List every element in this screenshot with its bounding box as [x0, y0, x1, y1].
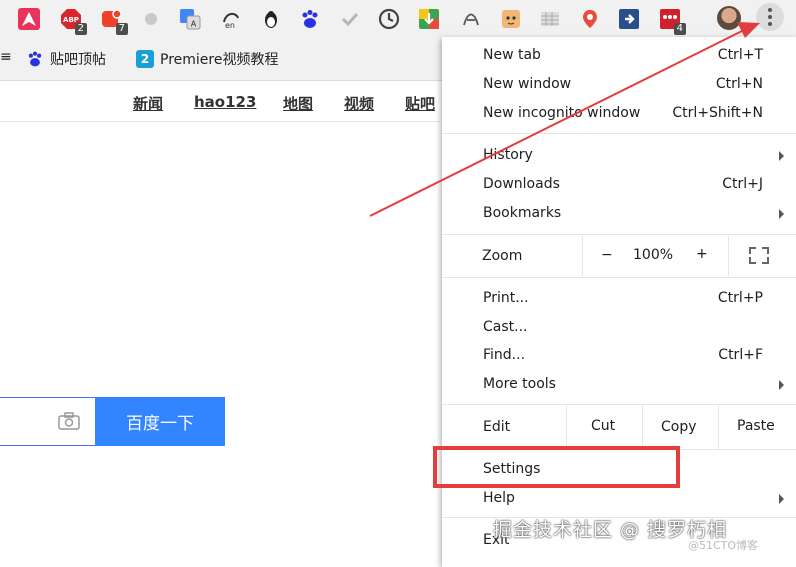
extension-toolbar: ABP 2 7 A en 4 [0, 0, 796, 37]
svg-text:en: en [225, 21, 235, 30]
submenu-arrow-icon [779, 209, 784, 219]
bookmark-label: 贴吧顶帖 [50, 52, 106, 68]
search-input[interactable] [0, 397, 95, 446]
menu-item-label: New window [483, 76, 572, 92]
clock-extension-icon[interactable] [377, 7, 401, 31]
bookmark-premiere[interactable]: 2 Premiere视频教程 [136, 49, 278, 69]
zoom-out-button[interactable]: − [601, 247, 613, 263]
sketch-extension-icon[interactable] [459, 7, 483, 31]
menu-item-label: New incognito window [483, 105, 641, 121]
adblock-extension-icon[interactable]: ABP 2 [59, 7, 87, 35]
svg-text:A: A [191, 20, 197, 29]
face-extension-icon[interactable] [499, 7, 523, 31]
nav-link-hao123[interactable]: hao123 [194, 93, 256, 111]
extension-badge: 7 [115, 23, 128, 35]
menu-item-downloads[interactable]: Downloads Ctrl+J [442, 171, 796, 199]
extension-badge: 2 [74, 23, 87, 35]
zoom-level: 100% [633, 247, 674, 263]
menu-item-shortcut: Ctrl+P [717, 290, 763, 306]
dictionary-extension-icon[interactable]: en [219, 7, 243, 31]
edit-divider [642, 405, 643, 449]
submenu-arrow-icon [779, 380, 784, 390]
menu-separator [442, 234, 796, 235]
copy-button[interactable]: Copy [661, 419, 697, 435]
menu-item-history[interactable]: History [442, 142, 796, 170]
menu-item-label: More tools [483, 376, 556, 392]
nav-link-map[interactable]: 地图 [283, 93, 313, 114]
menu-item-new-window[interactable]: New window Ctrl+N [442, 71, 796, 99]
menu-item-print[interactable]: Print... Ctrl+P [442, 285, 796, 313]
red-extension-icon[interactable]: 7 [100, 7, 128, 35]
menu-item-label: Help [483, 490, 515, 506]
premiere-logo-icon: 2 [136, 50, 154, 68]
menu-item-shortcut: Ctrl+Shift+N [672, 105, 763, 121]
download-extension-icon[interactable] [417, 7, 441, 31]
menu-separator [442, 133, 796, 134]
menu-item-label: New tab [483, 47, 541, 63]
menu-separator [442, 277, 796, 278]
nav-link-video[interactable]: 视频 [344, 93, 374, 114]
zoom-label: Zoom [482, 248, 523, 264]
bookmark-partial[interactable]: ≡ [0, 49, 12, 65]
zoom-divider [582, 236, 583, 276]
bookmark-tieba[interactable]: 贴吧顶帖 [26, 49, 106, 69]
zoom-in-button[interactable]: + [696, 246, 708, 262]
menu-item-label: Find... [483, 347, 526, 363]
menu-item-shortcut: Ctrl+J [722, 176, 763, 192]
menu-item-shortcut: Ctrl+F [718, 347, 763, 363]
camera-icon[interactable] [58, 412, 80, 434]
translate-extension-icon[interactable]: A [178, 7, 202, 31]
settings-highlight-box [433, 446, 680, 488]
browser-menu-button[interactable] [756, 3, 784, 31]
paste-button[interactable]: Paste [737, 418, 775, 434]
gray-dot-extension-icon[interactable] [139, 7, 163, 31]
edit-row: Edit Cut Copy Paste [442, 405, 796, 449]
edit-label: Edit [483, 419, 511, 435]
edit-divider [718, 405, 719, 449]
map-pin-extension-icon[interactable] [578, 7, 602, 31]
ooo-extension-icon[interactable]: 4 [658, 7, 686, 35]
menu-item-label: Bookmarks [483, 205, 562, 221]
nav-divider [0, 121, 440, 122]
menu-dot-icon [768, 15, 772, 19]
check-extension-icon[interactable] [338, 7, 362, 31]
search-button[interactable]: 百度一下 [95, 397, 225, 446]
zoom-row: Zoom − 100% + [442, 236, 796, 276]
bookmark-label: Premiere视频教程 [160, 52, 279, 68]
nav-link-news[interactable]: 新闻 [133, 93, 163, 114]
watermark-small: @51CTO博客 [688, 539, 759, 552]
menu-item-label: History [483, 147, 533, 163]
extension-badge: 4 [673, 23, 686, 35]
menu-item-shortcut: Ctrl+T [717, 47, 763, 63]
fullscreen-icon[interactable] [749, 247, 769, 264]
nav-link-tieba[interactable]: 贴吧 [405, 93, 435, 114]
baidu-paw-extension-icon[interactable] [298, 7, 322, 31]
zoom-divider [728, 236, 729, 276]
penguin-extension-icon[interactable] [259, 7, 283, 31]
menu-item-label: Downloads [483, 176, 560, 192]
menu-item-new-tab[interactable]: New tab Ctrl+T [442, 42, 796, 70]
cut-button[interactable]: Cut [591, 418, 615, 434]
profile-avatar[interactable] [717, 6, 741, 30]
menu-item-label: Print... [483, 290, 529, 306]
menu-item-shortcut: Ctrl+N [715, 76, 763, 92]
menu-item-more-tools[interactable]: More tools [442, 371, 796, 399]
menu-item-new-incognito-window[interactable]: New incognito window Ctrl+Shift+N [442, 100, 796, 128]
bookmark-partial-label: ≡ [0, 49, 12, 65]
menu-dot-icon [768, 22, 772, 26]
submenu-arrow-icon [779, 151, 784, 161]
pattern-extension-icon[interactable] [538, 7, 562, 31]
triangle-extension-icon[interactable] [17, 7, 41, 31]
menu-dot-icon [768, 8, 772, 12]
submenu-arrow-icon [779, 494, 784, 504]
forward-arrow-extension-icon[interactable] [617, 7, 641, 31]
menu-item-help[interactable]: Help [442, 485, 796, 513]
menu-item-bookmarks[interactable]: Bookmarks [442, 200, 796, 228]
edit-divider [566, 405, 567, 449]
menu-item-label: Cast... [483, 319, 528, 335]
baidu-paw-icon [26, 50, 44, 68]
menu-item-find[interactable]: Find... Ctrl+F [442, 342, 796, 370]
menu-item-cast[interactable]: Cast... [442, 314, 796, 342]
